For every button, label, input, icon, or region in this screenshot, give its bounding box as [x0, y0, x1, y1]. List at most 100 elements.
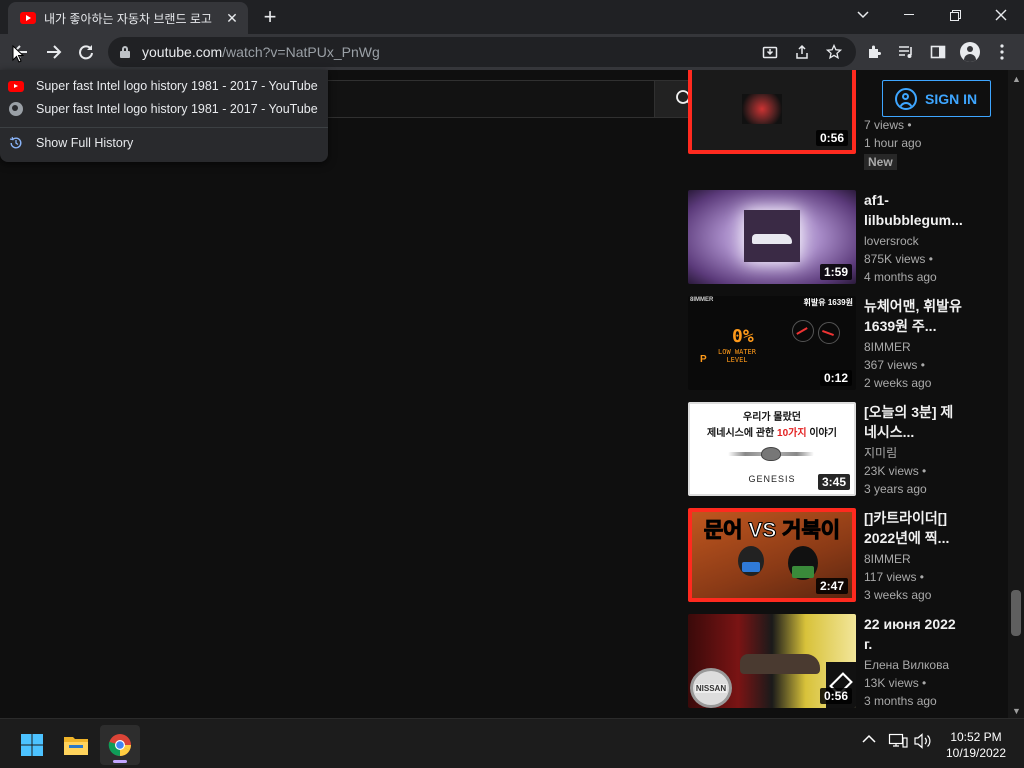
video-item[interactable]: NISSAN 0:56 22 июня 2022 г. Елена Вилков…	[688, 614, 1008, 710]
nissan-logo: NISSAN	[690, 668, 732, 708]
video-title[interactable]: 뉴체어맨, 휘발유 1639원 주...	[864, 296, 964, 336]
address-bar[interactable]: youtube.com/watch?v=NatPUx_PnWg	[108, 37, 856, 67]
video-info: 뉴체어맨, 휘발유 1639원 주... 8IMMER 367 views • …	[864, 296, 964, 392]
video-channel[interactable]: 지미림	[864, 444, 964, 462]
chrome-menu-button[interactable]	[992, 42, 1012, 62]
scrollbar-thumb[interactable]	[1011, 590, 1021, 636]
taskbar-clock[interactable]: 10:52 PM 10/19/2022	[944, 729, 1008, 761]
video-thumbnail[interactable]: 우리가 몰랐던 제네시스에 관한 10가지 이야기 GENESIS 3:45	[688, 402, 856, 496]
close-window-button[interactable]	[978, 0, 1024, 30]
history-menu-item[interactable]: Super fast Intel logo history 1981 - 201…	[0, 98, 328, 120]
show-full-history-label: Show Full History	[36, 136, 134, 150]
video-age: 1 hour ago	[864, 136, 922, 150]
video-age: 2 weeks ago	[864, 376, 932, 390]
video-channel[interactable]: 8IMMER	[864, 338, 964, 356]
restore-icon	[949, 9, 961, 21]
video-title[interactable]: af1-lilbubblegum...	[864, 190, 964, 230]
new-badge: New	[864, 154, 897, 170]
profile-avatar-icon	[960, 42, 980, 62]
video-thumbnail[interactable]: 8IMMER 휘발유 1639원 0% LOW WATER LEVEL P 0:…	[688, 296, 856, 390]
clock-time: 10:52 PM	[950, 730, 1002, 744]
file-explorer-button[interactable]	[56, 725, 96, 765]
video-views: 7 views •	[864, 118, 912, 132]
browser-tab[interactable]: 내가 좋아하는 자동차 브랜드 로고 ✕	[8, 2, 248, 34]
video-thumbnail[interactable]: 문어 VS 거북이 2:47	[688, 508, 856, 602]
video-item[interactable]: 1:59 af1-lilbubblegum... loversrock 875K…	[688, 190, 1008, 286]
video-thumbnail[interactable]: 1:59	[688, 190, 856, 284]
video-item[interactable]: 0:56 7 views • 1 hour ago New	[688, 70, 1008, 170]
video-item[interactable]: 문어 VS 거북이 2:47 []카트라이더[] 2022년에 찍... 8IM…	[688, 508, 1008, 604]
new-tab-button[interactable]: +	[258, 6, 282, 30]
video-title[interactable]: 22 июня 2022 г.	[864, 614, 964, 654]
video-title[interactable]: []카트라이더[] 2022년에 찍...	[864, 508, 964, 548]
share-icon[interactable]	[792, 42, 812, 62]
video-age: 3 weeks ago	[864, 588, 932, 602]
history-menu-item[interactable]: Super fast Intel logo history 1981 - 201…	[0, 75, 328, 97]
reload-icon	[79, 45, 93, 60]
video-thumbnail[interactable]: 0:56	[688, 70, 856, 154]
kebab-menu-icon	[1000, 44, 1004, 60]
scroll-down-arrow-icon[interactable]: ▼	[1012, 706, 1021, 716]
thumbnail-headline: 문어 VS 거북이	[703, 519, 841, 543]
video-duration: 2:47	[815, 578, 848, 594]
side-panel-icon[interactable]	[928, 42, 948, 62]
thumbnail-art	[788, 546, 818, 580]
video-views: 367 views •	[864, 358, 925, 372]
video-age: 4 months ago	[864, 270, 937, 284]
restore-button[interactable]	[932, 0, 978, 30]
forward-button[interactable]	[40, 38, 68, 66]
scroll-up-arrow-icon[interactable]: ▲	[1012, 74, 1021, 84]
screen: 내가 좋아하는 자동차 브랜드 로고 ✕ + youtube.com/watch…	[0, 0, 1024, 768]
chevron-down-icon	[857, 11, 869, 19]
clock-date: 10/19/2022	[945, 746, 1007, 760]
reload-button[interactable]	[72, 38, 100, 66]
profile-button[interactable]	[960, 42, 980, 62]
video-info: []카트라이더[] 2022년에 찍... 8IMMER 117 views •…	[864, 508, 964, 604]
mouse-cursor-icon	[12, 45, 24, 63]
chrome-taskbar-button[interactable]	[100, 725, 140, 765]
video-duration: 0:56	[819, 688, 852, 704]
thumbnail-corner-text: 휘발유 1639원	[803, 298, 853, 307]
extensions-icon[interactable]	[864, 42, 884, 62]
menu-divider	[0, 127, 328, 128]
bookmark-star-icon[interactable]	[824, 42, 844, 62]
video-channel[interactable]: Елена Вилкова	[864, 656, 964, 674]
video-channel[interactable]: loversrock	[864, 232, 964, 250]
youtube-favicon-icon	[20, 12, 36, 24]
tray-overflow-chevron-icon[interactable]	[862, 733, 876, 747]
tab-close-icon[interactable]: ✕	[224, 10, 240, 26]
video-views: 13K views •	[864, 676, 927, 690]
media-queue-icon[interactable]	[896, 42, 916, 62]
start-button[interactable]	[12, 725, 52, 765]
video-channel[interactable]: 8IMMER	[864, 550, 964, 568]
video-duration: 0:12	[819, 370, 852, 386]
folder-icon	[64, 737, 88, 755]
youtube-page: SIGN IN 0:56 7 views • 1 hour ago New 1:…	[0, 70, 1008, 718]
history-clock-icon	[9, 136, 22, 149]
page-scrollbar[interactable]: ▲ ▼	[1008, 70, 1024, 718]
search-input[interactable]	[316, 80, 654, 118]
video-info: 7 views • 1 hour ago New	[864, 70, 964, 171]
thumbnail-gear-text: P	[700, 354, 707, 365]
url-text[interactable]: youtube.com/watch?v=NatPUx_PnWg	[142, 44, 380, 60]
video-thumbnail[interactable]: NISSAN 0:56	[688, 614, 856, 708]
history-item-label: Super fast Intel logo history 1981 - 201…	[36, 102, 318, 116]
video-title[interactable]: [오늘의 3분] 제네시스...	[864, 402, 964, 442]
install-app-icon[interactable]	[760, 42, 780, 62]
tab-title: 내가 좋아하는 자동차 브랜드 로고	[44, 11, 212, 26]
video-info: af1-lilbubblegum... loversrock 875K view…	[864, 190, 964, 286]
minimize-button[interactable]	[886, 0, 932, 30]
video-item[interactable]: 8IMMER 휘발유 1639원 0% LOW WATER LEVEL P 0:…	[688, 296, 1008, 392]
lock-icon[interactable]	[120, 46, 130, 58]
video-item[interactable]: 우리가 몰랐던 제네시스에 관한 10가지 이야기 GENESIS 3:45 […	[688, 402, 1008, 498]
tab-search-button[interactable]	[840, 0, 886, 30]
network-icon[interactable]	[888, 733, 908, 752]
thumbnail-art	[742, 94, 782, 124]
volume-icon[interactable]	[914, 733, 932, 752]
show-full-history-item[interactable]: Show Full History	[0, 132, 328, 154]
video-info: 22 июня 2022 г. Елена Вилкова 13K views …	[864, 614, 964, 710]
thumbnail-art	[740, 654, 820, 674]
video-views: 875K views •	[864, 252, 933, 266]
browser-toolbar: youtube.com/watch?v=NatPUx_PnWg	[0, 34, 1024, 70]
thumbnail-art	[744, 210, 800, 262]
